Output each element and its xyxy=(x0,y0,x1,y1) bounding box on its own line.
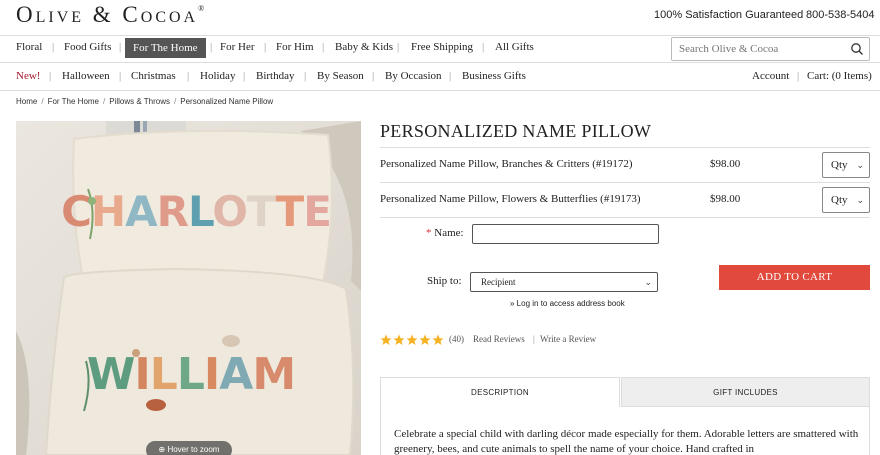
description-panel: Celebrate a special child with darling d… xyxy=(380,407,870,455)
primary-nav: Floral | Food Gifts | For The Home | For… xyxy=(0,35,880,63)
review-count: (40) xyxy=(449,334,464,344)
name-input[interactable] xyxy=(472,224,659,244)
breadcrumb: Home / For The Home / Pillows & Throws / Perso… xyxy=(16,97,273,106)
login-address-book-link[interactable]: » Log in to access address book xyxy=(510,299,625,308)
nav-by-season[interactable]: By Season xyxy=(317,70,364,82)
product-image[interactable]: CHARLOTTE WILLIAM ⊕ Hover to zoom xyxy=(16,121,361,455)
ship-to-label: Ship to: xyxy=(427,275,462,287)
qty-select[interactable]: Qty ⌄ xyxy=(822,152,870,178)
tab-gift-includes[interactable]: GIFT INCLUDES xyxy=(621,377,870,407)
read-reviews-link[interactable]: Read Reviews xyxy=(473,334,525,344)
nav-separator: | xyxy=(372,70,375,82)
nav-separator: | xyxy=(322,41,325,53)
nav-for-the-home[interactable]: For The Home xyxy=(125,38,206,58)
nav-free-shipping[interactable]: Free Shipping xyxy=(411,41,473,53)
nav-separator: | xyxy=(119,70,122,82)
add-to-cart-button[interactable]: ADD TO CART xyxy=(719,265,870,290)
search-icon[interactable] xyxy=(850,42,864,56)
ship-to-select[interactable]: Recipient ⌄ xyxy=(470,272,658,292)
nav-separator: | xyxy=(797,70,800,82)
search-box xyxy=(671,37,870,61)
review-separator: | xyxy=(533,334,535,344)
nav-separator: | xyxy=(119,41,122,53)
pillow-name-charlotte: CHARLOTTE xyxy=(61,187,331,236)
chevron-down-icon: ⌄ xyxy=(644,277,652,287)
nav-christmas[interactable]: Christmas xyxy=(131,70,176,82)
nav-halloween[interactable]: Halloween xyxy=(62,70,110,82)
star-icon xyxy=(419,334,431,345)
nav-separator: | xyxy=(264,41,267,53)
divider xyxy=(380,217,870,218)
nav-separator: | xyxy=(187,70,190,82)
satisfaction-guarantee: 100% Satisfaction Guaranteed xyxy=(654,9,804,21)
cart-link[interactable]: Cart: (0 Items) xyxy=(807,70,872,82)
top-header: Olive & Cocoa® 100% Satisfaction Guarant… xyxy=(0,0,880,36)
breadcrumb-home[interactable]: Home xyxy=(16,97,37,106)
variant-name: Personalized Name Pillow, Branches & Cri… xyxy=(380,158,633,170)
variant-row: Personalized Name Pillow, Branches & Cri… xyxy=(380,147,870,182)
pillow-photo: CHARLOTTE WILLIAM xyxy=(16,121,361,455)
tab-description[interactable]: DESCRIPTION xyxy=(380,377,620,407)
nav-separator: | xyxy=(304,70,307,82)
nav-business-gifts[interactable]: Business Gifts xyxy=(462,70,526,82)
star-icon xyxy=(406,334,418,345)
nav-separator: | xyxy=(449,70,452,82)
nav-by-occasion[interactable]: By Occasion xyxy=(385,70,442,82)
description-text: Celebrate a special child with darling d… xyxy=(394,428,859,455)
nav-holiday[interactable]: Holiday xyxy=(200,70,235,82)
account-link[interactable]: Account xyxy=(752,70,789,82)
nav-separator: | xyxy=(49,70,52,82)
nav-separator: | xyxy=(243,70,246,82)
chevron-down-icon: ⌄ xyxy=(856,160,864,170)
breadcrumb-separator: / xyxy=(41,97,44,106)
star-rating[interactable] xyxy=(380,333,445,347)
star-icon xyxy=(393,334,405,345)
nav-separator: | xyxy=(482,41,485,53)
nav-new[interactable]: New! xyxy=(16,70,40,82)
star-icon xyxy=(380,334,392,345)
variant-price: $98.00 xyxy=(710,193,741,205)
breadcrumb-for-the-home[interactable]: For The Home xyxy=(48,97,99,106)
nav-food-gifts[interactable]: Food Gifts xyxy=(64,41,111,53)
nav-floral[interactable]: Floral xyxy=(16,41,42,53)
breadcrumb-current: Personalized Name Pillow xyxy=(180,97,274,106)
nav-all-gifts[interactable]: All Gifts xyxy=(495,41,534,53)
nav-for-her[interactable]: For Her xyxy=(220,41,255,53)
nav-baby-kids[interactable]: Baby & Kids xyxy=(335,41,393,53)
name-label: * Name: xyxy=(426,227,464,239)
secondary-nav: New! | Halloween | Christmas | Holiday |… xyxy=(0,64,880,91)
variant-row: Personalized Name Pillow, Flowers & Butt… xyxy=(380,182,870,217)
write-review-link[interactable]: Write a Review xyxy=(540,334,596,344)
breadcrumb-separator: / xyxy=(103,97,106,106)
variant-name: Personalized Name Pillow, Flowers & Butt… xyxy=(380,193,641,205)
nav-birthday[interactable]: Birthday xyxy=(256,70,295,82)
site-logo[interactable]: Olive & Cocoa® xyxy=(16,2,207,28)
star-icon xyxy=(432,334,444,345)
qty-select[interactable]: Qty ⌄ xyxy=(822,187,870,213)
pillow-name-william: WILLIAM xyxy=(87,349,295,400)
breadcrumb-pillows-throws[interactable]: Pillows & Throws xyxy=(109,97,170,106)
search-input[interactable] xyxy=(672,38,842,60)
nav-separator: | xyxy=(210,41,213,53)
phone-number[interactable]: 800-538-5404 xyxy=(806,9,875,21)
product-title: PERSONALIZED NAME PILLOW xyxy=(380,121,652,141)
variant-price: $98.00 xyxy=(710,158,741,170)
zoom-hint: ⊕ Hover to zoom xyxy=(146,441,232,455)
chevron-down-icon: ⌄ xyxy=(856,195,864,205)
nav-separator: | xyxy=(52,41,55,53)
nav-for-him[interactable]: For Him xyxy=(276,41,314,53)
breadcrumb-separator: / xyxy=(174,97,177,106)
nav-separator: | xyxy=(397,41,400,53)
